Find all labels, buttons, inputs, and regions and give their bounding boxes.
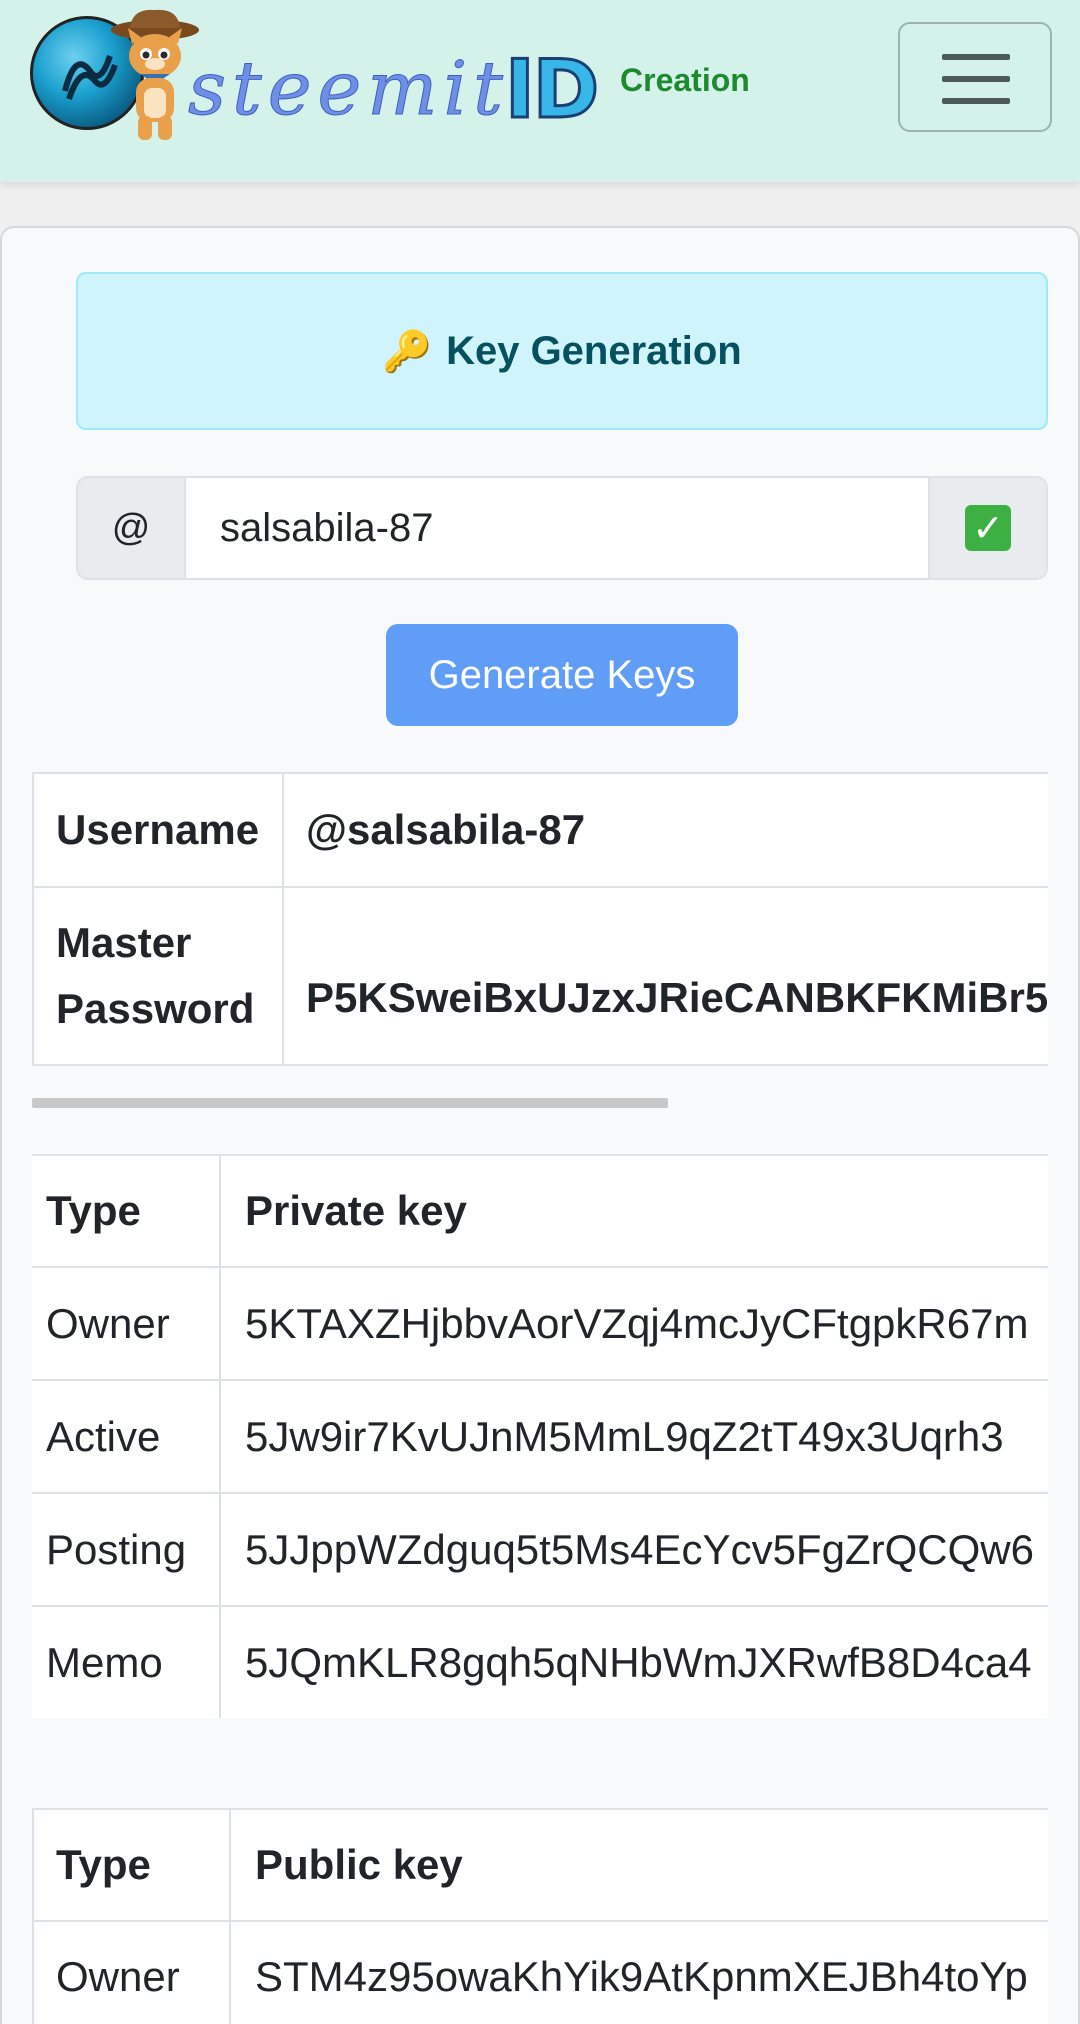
navbar: steemit ID Creation xyxy=(0,0,1080,182)
brand-id-mark: ID xyxy=(503,43,600,136)
private-keys-table: Type Private key Owner 5KTAXZHjbbvAorVZq… xyxy=(32,1154,1048,1718)
key-type: Memo xyxy=(32,1605,221,1718)
public-keys-table-wrapper[interactable]: Type Public key Owner STM4z95owaKhYik9At… xyxy=(32,1808,1048,2024)
private-keys-table-wrapper[interactable]: Type Private key Owner 5KTAXZHjbbvAorVZq… xyxy=(32,1154,1048,1718)
private-key-value[interactable]: 5KTAXZHjbbvAorVZqj4mcJyCFtgpkR67m xyxy=(219,1266,1048,1381)
key-generation-banner: 🔑 Key Generation xyxy=(76,272,1048,430)
brand-subtitle: Creation xyxy=(620,62,750,98)
key-type: Owner xyxy=(32,1266,221,1381)
username-input-group: @ ✓ xyxy=(76,476,1048,580)
at-prefix: @ xyxy=(76,476,186,580)
cowboy-cat-mascot-icon xyxy=(111,9,199,140)
type-column-header: Type xyxy=(32,1808,231,1922)
username-label: Username xyxy=(32,772,284,888)
private-key-column-header: Private key xyxy=(219,1154,1048,1268)
private-key-value[interactable]: 5Jw9ir7KvUJnM5MmL9qZ2tT49x3Uqrh3 xyxy=(219,1379,1048,1494)
table-row: Posting 5JJppWZdguq5t5Ms4EcYcv5FgZrQCQw6 xyxy=(32,1492,1048,1607)
table-header-row: Type Public key xyxy=(32,1808,1048,1922)
banner-title: Key Generation xyxy=(446,328,742,373)
public-key-value[interactable]: STM4z95owaKhYik9AtKpnmXEJBh4toYp xyxy=(229,1920,1048,2024)
table-row: Owner STM4z95owaKhYik9AtKpnmXEJBh4toYp xyxy=(32,1920,1048,2024)
key-type: Active xyxy=(32,1379,221,1494)
public-key-column-header: Public key xyxy=(229,1808,1048,1922)
account-table-wrapper[interactable]: Username @salsabila-87 Master Password P… xyxy=(32,772,1048,1066)
check-mark-icon: ✓ xyxy=(965,505,1011,551)
generate-keys-button[interactable]: Generate Keys xyxy=(386,624,738,726)
brand-wordmark: steemit xyxy=(188,46,509,133)
key-icon: 🔑 xyxy=(382,329,433,374)
hamburger-menu-icon xyxy=(942,54,1010,60)
username-valid-indicator: ✓ xyxy=(928,476,1048,580)
private-key-value[interactable]: 5JQmKLR8gqh5qNHbWmJXRwfB8D4ca4 xyxy=(219,1605,1048,1718)
master-password-label: Master Password xyxy=(32,886,284,1066)
table-row: Memo 5JQmKLR8gqh5qNHbWmJXRwfB8D4ca4 xyxy=(32,1605,1048,1718)
table-row: Owner 5KTAXZHjbbvAorVZqj4mcJyCFtgpkR67m xyxy=(32,1266,1048,1381)
account-table: Username @salsabila-87 Master Password P… xyxy=(32,772,1048,1066)
key-type: Owner xyxy=(32,1920,231,2024)
horizontal-scrollbar[interactable] xyxy=(32,1098,668,1108)
public-keys-table: Type Public key Owner STM4z95owaKhYik9At… xyxy=(32,1808,1048,2024)
table-header-row: Type Private key xyxy=(32,1154,1048,1268)
master-password-value[interactable]: P5KSweiBxUJzxJRieCANBKFKMiBr5r xyxy=(282,886,1048,1066)
table-row: Active 5Jw9ir7KvUJnM5MmL9qZ2tT49x3Uqrh3 xyxy=(32,1379,1048,1494)
username-input[interactable] xyxy=(186,476,928,580)
type-column-header: Type xyxy=(32,1154,221,1268)
table-row: Username @salsabila-87 xyxy=(32,772,1048,888)
key-type: Posting xyxy=(32,1492,221,1607)
menu-toggle-button[interactable] xyxy=(898,22,1052,132)
private-key-value[interactable]: 5JJppWZdguq5t5Ms4EcYcv5FgZrQCQw6 xyxy=(219,1492,1048,1607)
username-value: @salsabila-87 xyxy=(282,772,1048,888)
table-row: Master Password P5KSweiBxUJzxJRieCANBKFK… xyxy=(32,886,1048,1066)
